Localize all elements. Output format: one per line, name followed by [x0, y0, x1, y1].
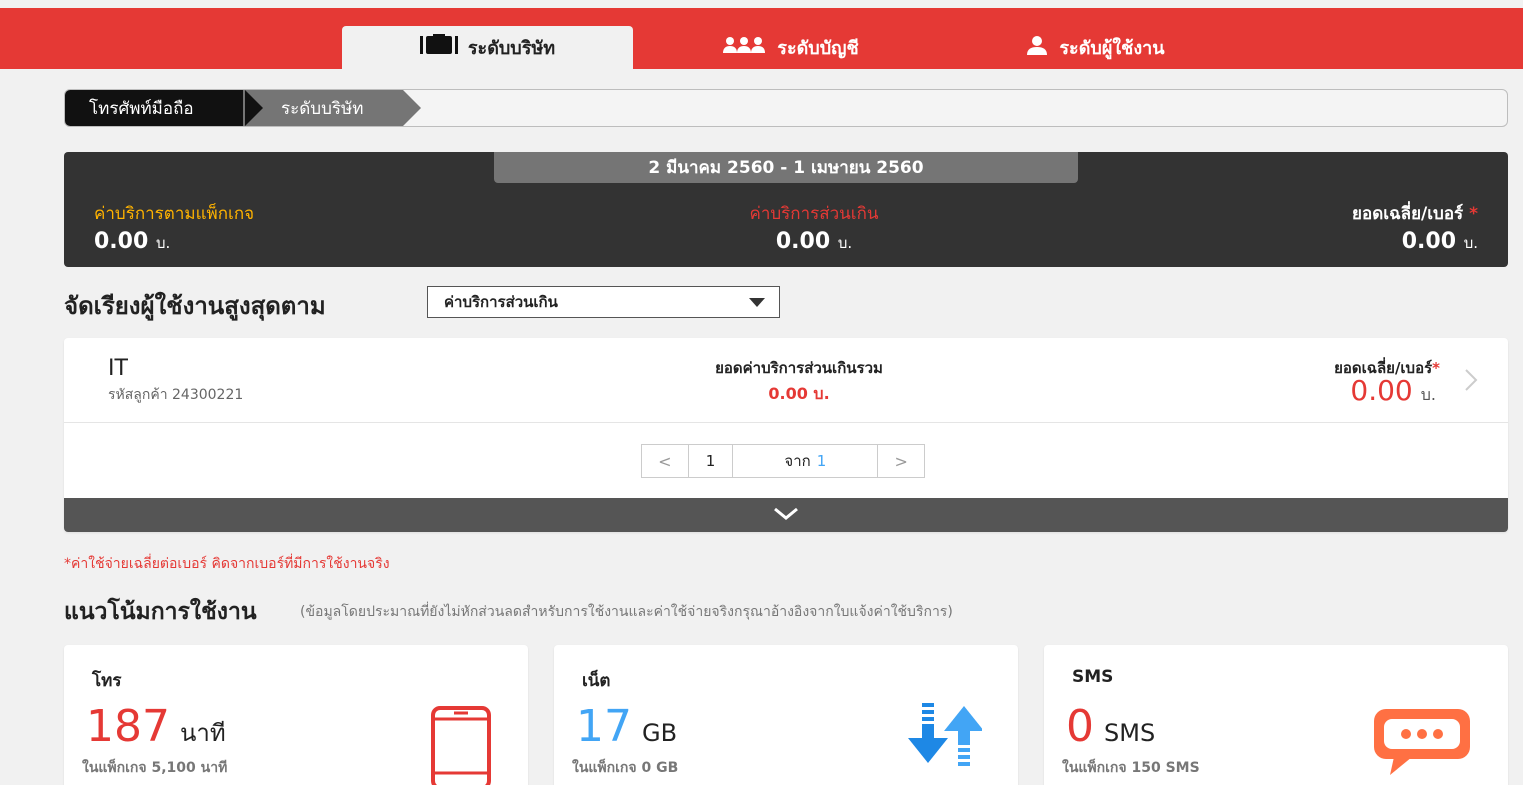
divider — [64, 422, 1508, 423]
billing-period: 2 มีนาคม 2560 - 1 เมษายน 2560 — [494, 152, 1078, 183]
overage-charge: ค่าบริการส่วนเกิน 0.00 บ. — [684, 200, 944, 255]
average-per-number: ยอดเฉลี่ย/เบอร์ * 0.00 บ. — [1352, 200, 1478, 255]
usage-card-internet[interactable]: เน็ต 17 GB ในแพ็กเกจ 0 GB — [554, 645, 1018, 785]
usage-package: ในแพ็กเกจ 5,100 นาที — [82, 760, 228, 776]
tab-company-level[interactable]: ระดับบริษัท — [342, 26, 633, 69]
customer-overage-label: ยอดค่าบริการส่วนเกินรวม — [715, 359, 883, 377]
pagination-current-page[interactable]: 1 — [687, 445, 734, 477]
usage-package: ในแพ็กเกจ 0 GB — [572, 760, 679, 776]
users-icon — [721, 35, 767, 60]
tab-user-level[interactable]: ระดับผู้ใช้งาน — [985, 26, 1205, 69]
average-per-number-value: 0.00 บ. — [1401, 229, 1478, 254]
chat-icon — [1372, 707, 1472, 781]
package-charge-label: ค่าบริการตามแพ็กเกจ — [94, 204, 255, 224]
sort-select[interactable]: ค่าบริการส่วนเกิน — [427, 286, 780, 318]
usage-title: เน็ต — [582, 671, 611, 691]
sort-title: จัดเรียงผู้ใช้งานสูงสุดตาม — [64, 292, 326, 320]
customer-overage-value: 0.00 บ. — [768, 384, 830, 403]
average-per-number-label: ยอดเฉลี่ย/เบอร์ * — [1352, 204, 1478, 224]
caret-down-icon — [749, 298, 765, 307]
customer-average-value: 0.00 บ. — [1350, 374, 1436, 407]
sort-select-value: ค่าบริการส่วนเกิน — [444, 293, 558, 311]
overage-charge-label: ค่าบริการส่วนเกิน — [749, 204, 879, 224]
trend-title: แนวโน้มการใช้งาน — [64, 599, 257, 625]
usage-value: 0 SMS — [1066, 701, 1156, 752]
expand-button[interactable] — [64, 498, 1508, 532]
tab-account-level-label: ระดับบัญชี — [777, 38, 859, 59]
package-charge-value: 0.00 บ. — [94, 229, 171, 254]
chevron-right-icon[interactable] — [1464, 366, 1478, 399]
phone-icon — [430, 705, 492, 785]
tab-account-level[interactable]: ระดับบัญชี — [680, 26, 900, 69]
chevron-down-icon — [773, 506, 799, 525]
tab-company-level-label: ระดับบริษัท — [467, 38, 556, 59]
data-transfer-icon — [906, 703, 984, 771]
footnote: *ค่าใช้จ่ายเฉลี่ยต่อเบอร์ คิดจากเบอร์ที่… — [64, 556, 390, 572]
breadcrumb: โทรศัพท์มือถือ ระดับบริษัท — [64, 89, 1508, 127]
overage-charge-value: 0.00 บ. — [775, 229, 853, 254]
pagination-prev-button[interactable]: < — [642, 445, 688, 477]
customer-name: IT — [108, 356, 128, 381]
user-icon — [1025, 35, 1049, 60]
breadcrumb-mobile[interactable]: โทรศัพท์มือถือ — [65, 90, 263, 126]
pagination-total: จาก 1 — [733, 445, 879, 477]
briefcase-icon — [419, 34, 458, 61]
top-nav: ระดับบริษัท ระดับบัญชี ระดับผู้ใช้งาน — [0, 8, 1523, 69]
pagination-next-button[interactable]: > — [878, 445, 924, 477]
billing-summary: 2 มีนาคม 2560 - 1 เมษายน 2560 ค่าบริการต… — [64, 152, 1508, 267]
package-charge: ค่าบริการตามแพ็กเกจ 0.00 บ. — [94, 200, 254, 255]
breadcrumb-company-level[interactable]: ระดับบริษัท — [243, 90, 421, 126]
usage-value: 187 นาที — [86, 701, 226, 752]
trend-subtitle: (ข้อมูลโดยประมาณที่ยังไม่หักส่วนลดสำหรับ… — [300, 604, 953, 620]
pagination: < 1 จาก 1 > — [641, 444, 925, 478]
usage-package: ในแพ็กเกจ 150 SMS — [1062, 760, 1200, 776]
usage-title: SMS — [1072, 667, 1114, 687]
usage-value: 17 GB — [576, 701, 678, 752]
usage-title: โทร — [92, 671, 122, 691]
usage-card-call[interactable]: โทร 187 นาที ในแพ็กเกจ 5,100 นาที — [64, 645, 528, 785]
customer-code: รหัสลูกค้า 24300221 — [108, 387, 244, 403]
usage-card-sms[interactable]: SMS 0 SMS ในแพ็กเกจ 150 SMS — [1044, 645, 1508, 785]
customer-card: IT รหัสลูกค้า 24300221 ยอดค่าบริการส่วนเ… — [64, 338, 1508, 532]
page: ระดับบริษัท ระดับบัญชี ระดับผู้ใช้งาน โท… — [0, 0, 1523, 785]
tab-user-level-label: ระดับผู้ใช้งาน — [1059, 38, 1165, 59]
